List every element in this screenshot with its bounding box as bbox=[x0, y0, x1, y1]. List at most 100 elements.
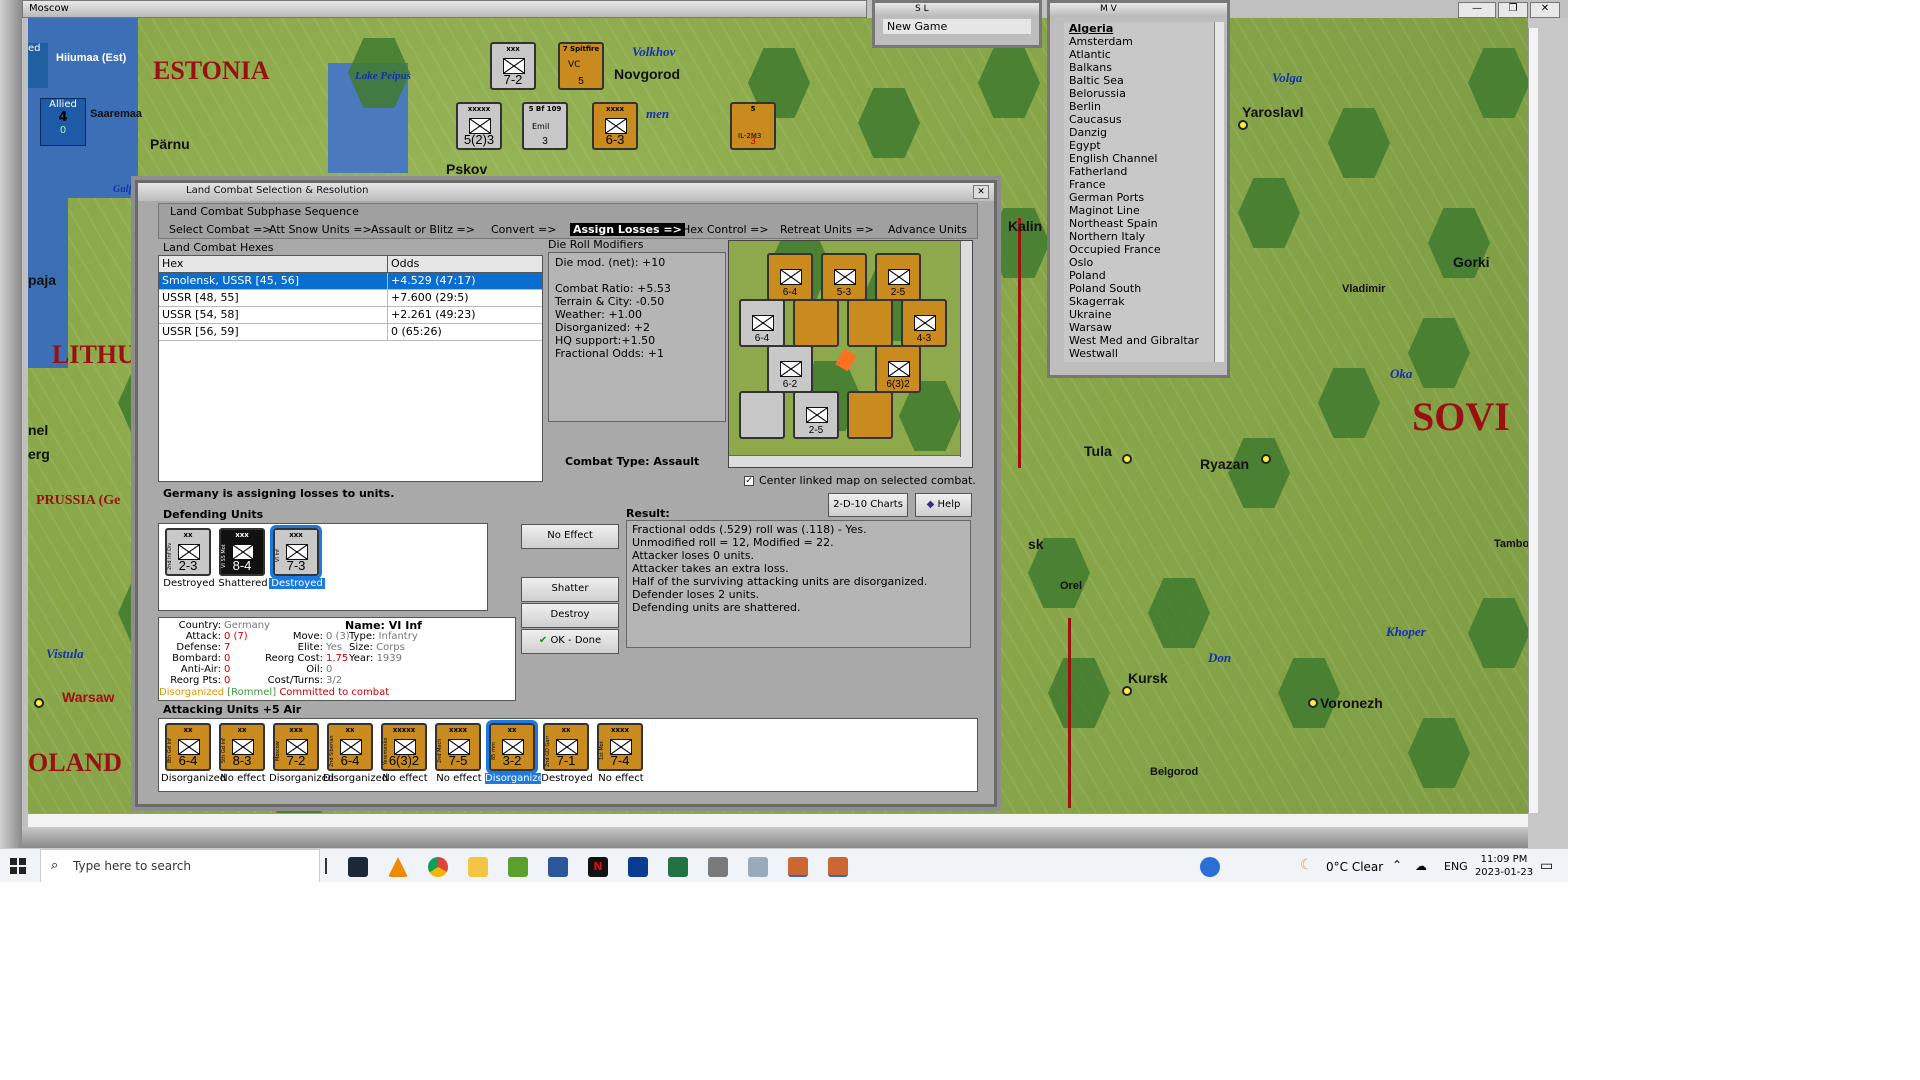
attacking-units[interactable]: xx 6-4 8th Gd Inf Disorganized xx 8-3 5th Gd I… bbox=[158, 718, 978, 792]
notepad-icon[interactable] bbox=[508, 857, 528, 877]
unit-counter[interactable]: xx 3-2 85 mm bbox=[486, 720, 538, 774]
bookmark-item[interactable]: Fatherland bbox=[1069, 165, 1209, 178]
mini-air-unit[interactable] bbox=[739, 391, 785, 439]
disney-icon[interactable] bbox=[628, 857, 648, 877]
unit-counter[interactable]: xxx 7-2 Moscow bbox=[273, 723, 319, 771]
table-row[interactable]: USSR [54, 58] +2.261 (49:23) bbox=[159, 307, 542, 324]
bookmark-item[interactable]: Danzig bbox=[1069, 126, 1209, 139]
bookmark-item[interactable]: Maginot Line bbox=[1069, 204, 1209, 217]
seq-convert[interactable]: Convert => bbox=[491, 223, 556, 236]
no-effect-button[interactable]: No Effect bbox=[521, 524, 619, 549]
table-row[interactable]: USSR [48, 55] +7.600 (29:5) bbox=[159, 290, 542, 307]
mini-air-unit[interactable] bbox=[847, 299, 893, 347]
file-explorer-icon[interactable] bbox=[468, 857, 488, 877]
mv-list-scrollbar[interactable] bbox=[1214, 22, 1224, 362]
help-tray-icon[interactable] bbox=[1200, 857, 1220, 877]
mini-air-unit[interactable] bbox=[847, 391, 893, 439]
bookmark-item[interactable]: Balkans bbox=[1069, 61, 1209, 74]
unit-counter[interactable]: xx 2-3 2nd Inf Div bbox=[165, 528, 211, 576]
game-icon[interactable] bbox=[788, 857, 808, 877]
seq-retreat[interactable]: Retreat Units => bbox=[780, 223, 874, 236]
mini-unit[interactable]: 5-3 bbox=[821, 253, 867, 301]
new-game-item[interactable]: New Game bbox=[883, 19, 1031, 34]
map-air-counter[interactable]: 5 IL-2M3 3 bbox=[730, 102, 776, 150]
unit-slot[interactable]: xx 3-2 85 mm Disorganized bbox=[485, 720, 550, 787]
close-button[interactable]: ✕ bbox=[1530, 2, 1560, 18]
defending-units[interactable]: xx 2-3 2nd Inf Div Destroyed xxx 8-4 VI SS Mot… bbox=[158, 523, 488, 611]
mini-unit[interactable]: 6(3)2 bbox=[875, 345, 921, 393]
mini-map-vscroll[interactable] bbox=[960, 241, 972, 457]
seq-advance[interactable]: Advance Units bbox=[888, 223, 967, 236]
task-view-icon[interactable] bbox=[325, 858, 327, 874]
unit-counter[interactable]: xxx 8-4 VI SS Mot bbox=[219, 528, 265, 576]
unit-slot[interactable]: xx 2-3 2nd Inf Div Destroyed bbox=[161, 526, 217, 592]
unit-slot[interactable]: xx 7-1 2nd GD Garr Destroyed bbox=[539, 721, 595, 787]
unit-slot[interactable]: xxxx 7-4 1st Mot No effect bbox=[593, 721, 649, 787]
unit-slot[interactable]: xxx 8-4 VI SS Mot Shattered bbox=[215, 526, 271, 592]
map-air-counter[interactable]: 5 Bf 109 Emil 3 bbox=[522, 102, 568, 150]
bookmark-item[interactable]: Warsaw bbox=[1069, 321, 1209, 334]
chevron-up-icon[interactable]: ⌃ bbox=[1392, 858, 1402, 872]
unit-slot[interactable]: xxx 7-3 VI Inf Destroyed bbox=[269, 525, 325, 592]
mini-unit[interactable]: 2-5 bbox=[793, 391, 839, 439]
ok-done-button[interactable]: ✔ OK - Done bbox=[521, 629, 619, 654]
sl-window[interactable]: S L New Game bbox=[872, 0, 1042, 48]
bookmark-item[interactable]: Caucasus bbox=[1069, 113, 1209, 126]
seq-assault-blitz[interactable]: Assault or Blitz => bbox=[371, 223, 475, 236]
dialog-close-button[interactable]: ✕ bbox=[973, 185, 989, 199]
seq-assign-losses[interactable]: Assign Losses => bbox=[570, 223, 685, 236]
unit-counter[interactable]: xxx 7-3 VI Inf bbox=[270, 525, 322, 579]
bookmark-item[interactable]: Berlin bbox=[1069, 100, 1209, 113]
bookmark-item[interactable]: Algeria bbox=[1069, 22, 1209, 35]
vlc-icon[interactable] bbox=[388, 857, 408, 877]
unit-slot[interactable]: xxx 7-2 Moscow Disorganized bbox=[269, 721, 334, 787]
bookmark-item[interactable]: Belorussia bbox=[1069, 87, 1209, 100]
weather-text[interactable]: 0°C Clear bbox=[1326, 860, 1383, 874]
language-indicator[interactable]: ENG bbox=[1444, 860, 1468, 873]
land-combat-dialog[interactable]: Land Combat Selection & Resolution ✕ Lan… bbox=[131, 176, 1001, 811]
mini-unit[interactable]: 6-4 bbox=[739, 299, 785, 347]
app-window-icon[interactable] bbox=[748, 857, 768, 877]
mini-map-hscroll[interactable] bbox=[729, 455, 972, 467]
mini-unit[interactable]: 6-4 bbox=[767, 253, 813, 301]
steam-icon[interactable] bbox=[348, 857, 368, 877]
bookmark-item[interactable]: Occupied France bbox=[1069, 243, 1209, 256]
col-hex[interactable]: Hex bbox=[159, 256, 388, 272]
mv-window[interactable]: M V Algeria Amsterdam Atlantic Balkans Balti… bbox=[1047, 0, 1230, 378]
seq-att-snow[interactable]: Att Snow Units => bbox=[269, 223, 372, 236]
unit-slot[interactable]: xxxx 7-5 2nd Mech No effect bbox=[431, 721, 487, 787]
mini-air-unit[interactable] bbox=[793, 299, 839, 347]
unit-slot[interactable]: xxxxx 6(3)2 Yeremenko No effect bbox=[377, 721, 433, 787]
destroy-button[interactable]: Destroy bbox=[521, 603, 619, 628]
help-button[interactable]: ◆ Help bbox=[915, 493, 972, 517]
bookmark-item[interactable]: Westwall bbox=[1069, 347, 1209, 360]
unit-counter[interactable]: xx 7-1 2nd GD Garr bbox=[543, 723, 589, 771]
map-unit-counter[interactable]: xxxxx 5(2)3 bbox=[456, 102, 502, 150]
word-icon[interactable] bbox=[548, 857, 568, 877]
chrome-icon[interactable] bbox=[428, 857, 448, 877]
center-linked-checkbox[interactable]: ✓ bbox=[744, 476, 754, 486]
bookmark-item[interactable]: Skagerrak bbox=[1069, 295, 1209, 308]
map-unit-counter[interactable]: xxxx 6-3 bbox=[592, 102, 638, 150]
notification-icon[interactable]: ▭ bbox=[1540, 858, 1553, 874]
bookmark-item[interactable]: Ukraine bbox=[1069, 308, 1209, 321]
bookmark-item[interactable]: German Ports bbox=[1069, 191, 1209, 204]
bookmark-item[interactable]: Northeast Spain bbox=[1069, 217, 1209, 230]
unit-counter[interactable]: xx 6-4 8th Gd Inf bbox=[165, 723, 211, 771]
allied-box[interactable]: Allied 4 0 bbox=[40, 98, 86, 146]
unit-counter[interactable]: xxxx 7-4 1st Mot bbox=[597, 723, 643, 771]
windows-start-icon[interactable] bbox=[10, 858, 26, 874]
minimize-button[interactable]: — bbox=[1458, 2, 1496, 18]
clock[interactable]: 11:09 PM 2023-01-23 bbox=[1474, 853, 1534, 879]
bookmark-item[interactable]: France bbox=[1069, 178, 1209, 191]
bookmark-item[interactable]: English Channel bbox=[1069, 152, 1209, 165]
bookmark-item[interactable]: Atlantic bbox=[1069, 48, 1209, 61]
taskbar-search[interactable]: ⌕ Type here to search bbox=[40, 849, 320, 882]
cloud-icon[interactable]: ☁ bbox=[1415, 859, 1427, 873]
mini-unit[interactable]: 2-5 bbox=[875, 253, 921, 301]
unit-counter[interactable]: xxxx 7-5 2nd Mech bbox=[435, 723, 481, 771]
horizontal-scrollbar[interactable] bbox=[28, 813, 1528, 827]
netflix-icon[interactable]: N bbox=[588, 857, 608, 877]
excel-icon[interactable] bbox=[668, 857, 688, 877]
col-odds[interactable]: Odds bbox=[388, 256, 522, 272]
